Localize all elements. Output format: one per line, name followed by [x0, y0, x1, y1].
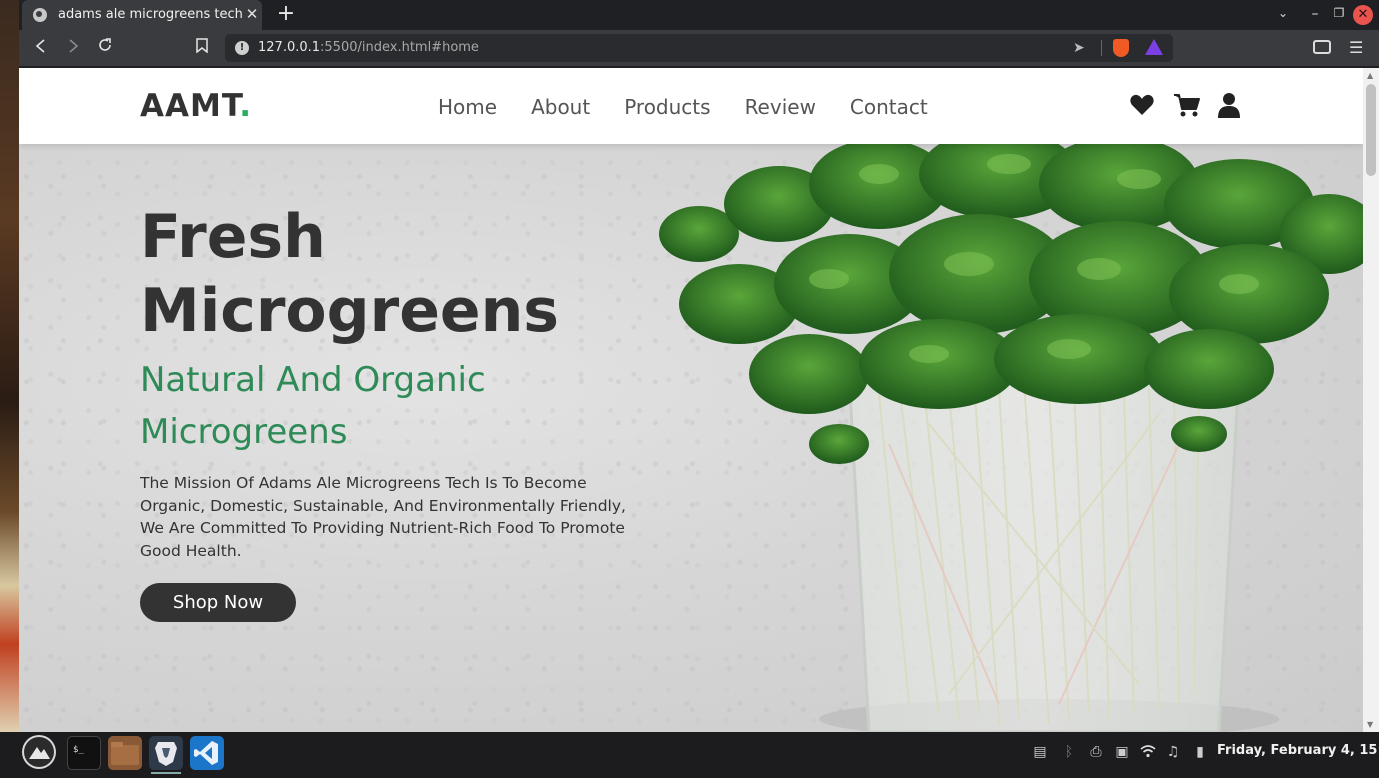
- header-icons: [1129, 92, 1243, 120]
- tab-list-chevron-icon[interactable]: ⌄: [1274, 6, 1292, 24]
- hero-content: Fresh Microgreens Natural And Organic Mi…: [140, 200, 630, 622]
- app-menu-icon[interactable]: [22, 735, 56, 769]
- site-info-icon[interactable]: !: [235, 41, 249, 55]
- browser-toolbar: ! 127.0.0.1:5500/index.html#home ➤ ☰: [19, 30, 1379, 66]
- wifi-icon[interactable]: [1139, 744, 1157, 762]
- back-button[interactable]: [30, 37, 52, 59]
- active-indicator: [151, 772, 181, 774]
- main-nav: Home About Products Review Contact: [438, 95, 928, 119]
- clock[interactable]: Friday, February 4, 15:14: [1217, 743, 1379, 758]
- svg-text:$_: $_: [73, 745, 84, 755]
- tab-bar: adams ale microgreens tech ✕ + ⌄ – ❐ ✕: [19, 0, 1379, 30]
- hero-subtitle: Natural And Organic Microgreens: [140, 360, 486, 452]
- brave-shields-icon[interactable]: [1113, 39, 1129, 57]
- globe-icon: [33, 8, 47, 22]
- scroll-up-icon[interactable]: ▲: [1367, 71, 1373, 80]
- maximize-button[interactable]: ❐: [1331, 6, 1347, 24]
- scroll-down-icon[interactable]: ▼: [1367, 720, 1373, 729]
- browser-tab[interactable]: adams ale microgreens tech ✕: [22, 0, 262, 30]
- wallet-icon[interactable]: [1313, 40, 1331, 54]
- new-tab-button[interactable]: +: [274, 3, 298, 27]
- browser-window: adams ale microgreens tech ✕ + ⌄ – ❐ ✕ !…: [19, 0, 1379, 732]
- microgreens-image: [659, 144, 1363, 732]
- share-icon[interactable]: ➤: [1073, 40, 1085, 56]
- page-viewport: AAMT. Home About Products Review Contact: [19, 68, 1363, 732]
- clipboard-icon[interactable]: ▣: [1113, 744, 1131, 762]
- nav-products[interactable]: Products: [624, 95, 710, 119]
- nav-contact[interactable]: Contact: [850, 95, 928, 119]
- site-logo[interactable]: AAMT.: [140, 88, 252, 124]
- forward-button[interactable]: [62, 37, 84, 59]
- battery-icon[interactable]: ▮: [1191, 744, 1209, 762]
- site-header: AAMT. Home About Products Review Contact: [19, 68, 1363, 144]
- divider: [1101, 40, 1102, 56]
- file-manager-icon[interactable]: [108, 736, 142, 770]
- vscode-icon[interactable]: [190, 736, 224, 770]
- notes-tray-icon[interactable]: ▤: [1031, 744, 1049, 762]
- hero-description: The Mission Of Adams Ale Microgreens Tec…: [140, 474, 626, 560]
- shop-now-button[interactable]: Shop Now: [140, 583, 296, 622]
- nav-about[interactable]: About: [531, 95, 590, 119]
- nav-home[interactable]: Home: [438, 95, 497, 119]
- bluetooth-icon[interactable]: ᛒ: [1060, 744, 1078, 762]
- menu-icon[interactable]: ☰: [1349, 38, 1363, 57]
- music-icon[interactable]: ♫: [1164, 744, 1182, 762]
- minimize-button[interactable]: –: [1307, 6, 1323, 24]
- close-window-button[interactable]: ✕: [1353, 5, 1373, 25]
- scrollbar-thumb[interactable]: [1366, 84, 1376, 176]
- desktop-background: [0, 0, 19, 732]
- taskbar: $_ ▤ ᛒ ⎙ ▣ ♫ ▮ Friday, February 4, 15:14: [0, 732, 1379, 778]
- tab-title: adams ale microgreens tech: [58, 7, 243, 22]
- tab-close-icon[interactable]: ✕: [244, 5, 260, 23]
- address-bar[interactable]: ! 127.0.0.1:5500/index.html#home ➤: [225, 34, 1173, 62]
- brave-rewards-icon[interactable]: [1145, 39, 1163, 55]
- reload-button[interactable]: [94, 37, 116, 59]
- brave-browser-icon[interactable]: [149, 736, 183, 774]
- printer-icon[interactable]: ⎙: [1087, 744, 1105, 762]
- heart-icon[interactable]: [1129, 92, 1155, 120]
- url-text: 127.0.0.1:5500/index.html#home: [258, 40, 479, 55]
- cart-icon[interactable]: [1173, 92, 1200, 120]
- terminal-icon[interactable]: $_: [67, 736, 101, 770]
- page-scrollbar[interactable]: ▲ ▼: [1363, 68, 1379, 732]
- nav-review[interactable]: Review: [745, 95, 816, 119]
- bookmark-icon[interactable]: [191, 37, 213, 59]
- user-icon[interactable]: [1217, 92, 1243, 120]
- hero-section: Fresh Microgreens Natural And Organic Mi…: [19, 144, 1363, 732]
- hero-title: Fresh Microgreens: [140, 202, 560, 346]
